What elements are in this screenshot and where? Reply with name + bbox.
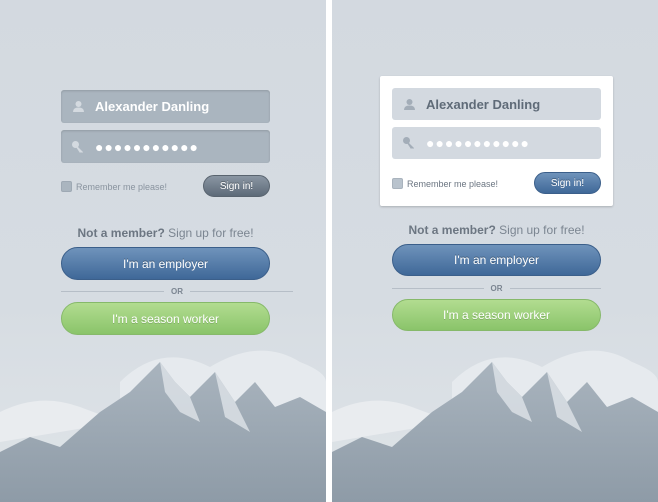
username-value: Alexander Danling [426, 96, 541, 112]
password-value: ●●●●●●●●●●● [426, 135, 531, 151]
password-field[interactable]: ●●●●●●●●●●● [392, 127, 601, 159]
remember-label: Remember me please! [76, 182, 168, 192]
employer-button[interactable]: I'm an employer [392, 244, 601, 276]
variant-a-panel: Alexander Danling ●●●●●●●●●●● Remember m… [0, 0, 326, 502]
signup-prompt-text: Sign up for free! [495, 223, 585, 237]
remember-checkbox[interactable] [392, 178, 403, 189]
signup-prompt: Not a member? Sign up for free! [61, 226, 270, 240]
mountain-background [332, 350, 658, 502]
or-label: OR [490, 283, 503, 293]
signup-prompt: Not a member? Sign up for free! [392, 223, 601, 237]
signup-prompt-text: Sign up for free! [164, 226, 254, 240]
employer-button[interactable]: I'm an employer [61, 247, 270, 280]
remember-label: Remember me please! [407, 179, 499, 189]
variant-b-panel: Alexander Danling ●●●●●●●●●●● Remember m… [332, 0, 658, 502]
user-icon [392, 98, 426, 111]
username-value: Alexander Danling [95, 99, 210, 114]
season-worker-button[interactable]: I'm a season worker [392, 299, 601, 331]
remember-checkbox[interactable] [61, 181, 72, 192]
username-field[interactable]: Alexander Danling [61, 90, 270, 123]
signup-prompt-bold: Not a member? [408, 223, 496, 237]
or-divider: OR [61, 285, 293, 297]
key-icon [61, 140, 95, 154]
password-field[interactable]: ●●●●●●●●●●● [61, 130, 270, 163]
user-icon [61, 100, 95, 113]
signup-prompt-bold: Not a member? [77, 226, 165, 240]
season-worker-button[interactable]: I'm a season worker [61, 302, 270, 335]
key-icon [392, 136, 426, 150]
or-label: OR [171, 286, 183, 296]
username-field[interactable]: Alexander Danling [392, 88, 601, 120]
sign-in-button[interactable]: Sign in! [534, 172, 601, 194]
or-divider: OR [392, 282, 601, 294]
mountain-background [0, 350, 326, 502]
sign-in-button[interactable]: Sign in! [203, 175, 270, 197]
password-value: ●●●●●●●●●●● [95, 138, 200, 155]
